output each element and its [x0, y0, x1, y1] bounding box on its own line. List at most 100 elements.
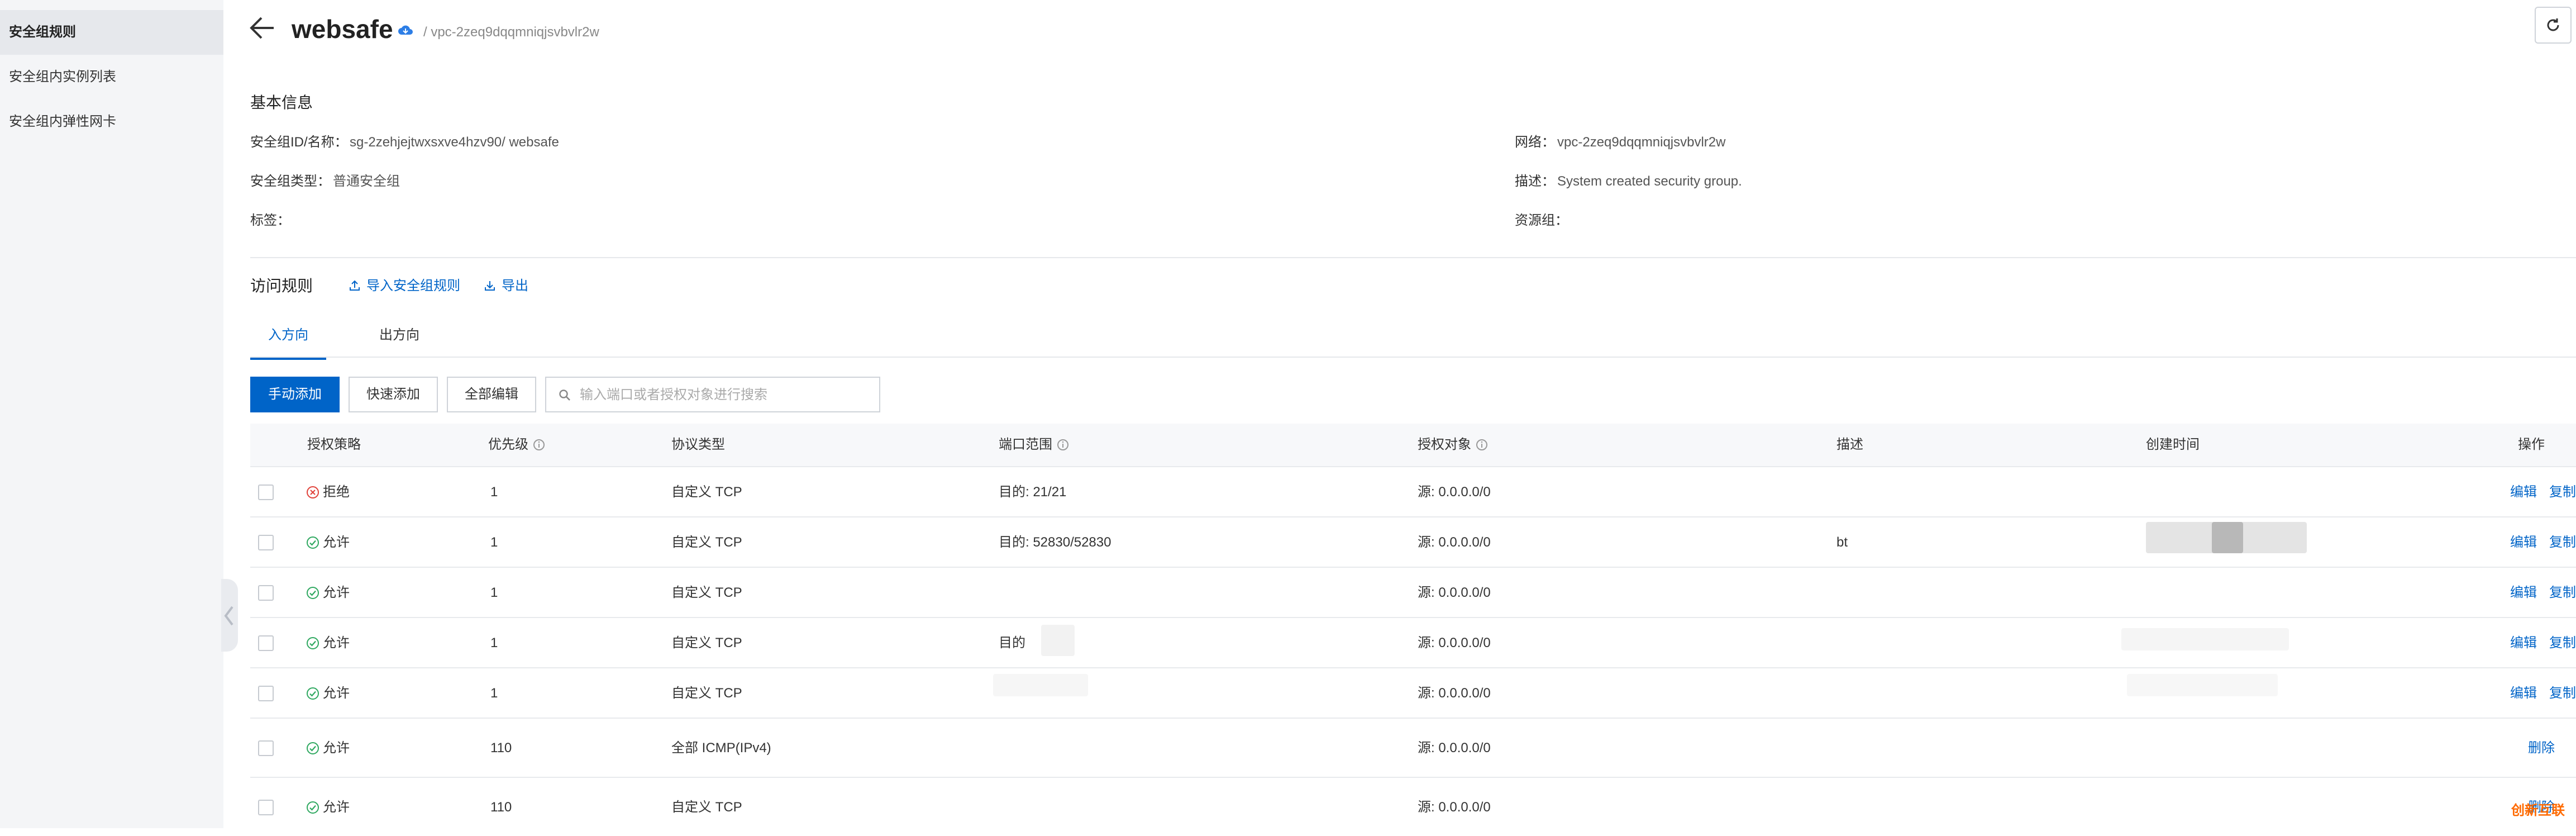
upload-icon: [350, 280, 360, 291]
priority-cell: 110: [490, 800, 512, 815]
edit-link[interactable]: 编辑: [2510, 583, 2537, 602]
table-row: 允许 1 自定义 TCP 源: 0.0.0.0/0 编辑 复制: [250, 667, 2576, 718]
info-icon[interactable]: [1476, 439, 1488, 451]
copy-link[interactable]: 复制: [2549, 634, 2576, 653]
quick-add-button[interactable]: 快速添加: [349, 377, 438, 412]
breadcrumb[interactable]: / vpc-2zeq9dqqmniqjsvbvlr2w: [423, 23, 599, 41]
allow-check-icon: [306, 686, 323, 701]
row-checkbox[interactable]: [258, 535, 274, 550]
allow-check-icon: [306, 635, 323, 650]
column-header-port-range: 端口范围: [999, 424, 1069, 466]
policy-cell: 允许: [306, 684, 350, 703]
cloud-icon: [398, 23, 413, 41]
divider: [250, 257, 2576, 258]
page-title: websafe: [292, 15, 393, 44]
copy-link[interactable]: 复制: [2549, 684, 2576, 703]
source-cell: 源: 0.0.0.0/0: [1418, 740, 1491, 756]
priority-cell: 1: [490, 484, 498, 500]
copy-link[interactable]: 复制: [2549, 533, 2576, 552]
table-row: 允许 1 自定义 TCP 源: 0.0.0.0/0 编辑 复制: [250, 567, 2576, 617]
policy-cell: 允许: [306, 739, 350, 758]
policy-label: 允许: [323, 740, 350, 756]
refresh-icon: [2547, 18, 2559, 31]
edit-link[interactable]: 编辑: [2510, 483, 2537, 502]
value-description: System created security group.: [1557, 174, 1742, 189]
policy-label: 允许: [323, 635, 350, 650]
policy-label: 允许: [323, 585, 350, 600]
tab-inbound[interactable]: 入方向: [250, 324, 326, 360]
protocol-cell: 自定义 TCP: [671, 535, 742, 550]
port-range-cell: 目的: 52830/52830: [999, 535, 1112, 550]
port-range-cell: 目的: [999, 635, 1025, 650]
edit-all-button[interactable]: 全部编辑: [447, 377, 536, 412]
sidebar-item-instance-list[interactable]: 安全组内实例列表: [0, 55, 223, 99]
table-row: 允许 1 自定义 TCP 目的: 52830/52830 源: 0.0.0.0/0 bt 编…: [250, 516, 2576, 567]
info-icon[interactable]: [1057, 439, 1069, 451]
column-header-source: 授权对象: [1418, 424, 1488, 466]
source-cell: 源: 0.0.0.0/0: [1418, 585, 1491, 600]
value-security-group-id: sg-2zehjejtwxsxve4hzv90/ websafe: [350, 135, 559, 150]
row-checkbox[interactable]: [258, 740, 274, 756]
source-cell: 源: 0.0.0.0/0: [1418, 484, 1491, 500]
copy-link[interactable]: 复制: [2549, 483, 2576, 502]
row-checkbox[interactable]: [258, 686, 274, 701]
redacted-block: [1041, 625, 1075, 656]
search-input[interactable]: [579, 380, 871, 410]
policy-label: 允许: [323, 800, 350, 815]
value-security-group-type: 普通安全组: [333, 174, 400, 189]
row-checkbox[interactable]: [258, 800, 274, 815]
watermark-logo: 创新互联: [2511, 803, 2565, 818]
protocol-cell: 自定义 TCP: [671, 635, 742, 650]
column-header-priority: 优先级: [488, 424, 545, 466]
search-box[interactable]: [545, 377, 880, 412]
manual-add-button[interactable]: 手动添加: [250, 377, 340, 412]
edit-link[interactable]: 编辑: [2510, 684, 2537, 703]
value-network[interactable]: vpc-2zeq9dqqmniqjsvbvlr2w: [1557, 133, 1725, 152]
redacted-block: [2212, 522, 2243, 553]
policy-cell: 允许: [306, 634, 350, 653]
edit-link[interactable]: 编辑: [2510, 533, 2537, 552]
sidebar-item-security-group-rules[interactable]: 安全组规则: [0, 10, 223, 55]
sidebar-item-eni-list[interactable]: 安全组内弹性网卡: [0, 99, 223, 144]
sidebar: 安全组规则 安全组内实例列表 安全组内弹性网卡: [0, 0, 223, 828]
section-title-access-rules: 访问规则: [250, 277, 313, 294]
policy-label: 允许: [323, 686, 350, 701]
refresh-button[interactable]: [2535, 7, 2572, 44]
back-button[interactable]: [248, 13, 277, 42]
import-rules-button[interactable]: 导入安全组规则: [349, 275, 460, 297]
sidebar-collapse-handle[interactable]: [221, 579, 238, 652]
delete-link[interactable]: 删除: [2528, 739, 2555, 758]
label-security-group-id: 安全组ID/名称：: [250, 135, 348, 150]
column-header-description: 描述: [1836, 437, 1863, 452]
row-checkbox[interactable]: [258, 635, 274, 651]
allow-check-icon: [306, 535, 323, 550]
source-cell: 源: 0.0.0.0/0: [1418, 535, 1491, 550]
row-checkbox[interactable]: [258, 484, 274, 500]
column-header-created-time: 创建时间: [2146, 437, 2200, 452]
column-header-actions: 操作: [2518, 437, 2545, 452]
info-icon[interactable]: [533, 439, 545, 451]
export-label: 导出: [502, 278, 528, 293]
deny-icon: [306, 484, 323, 500]
edit-link[interactable]: 编辑: [2510, 634, 2537, 653]
export-button[interactable]: 导出: [484, 275, 528, 297]
priority-cell: 110: [490, 740, 512, 756]
port-range-cell: 目的: 21/21: [999, 484, 1067, 500]
search-icon: [559, 390, 570, 401]
arrow-left-icon: [250, 17, 274, 39]
priority-cell: 1: [490, 585, 498, 600]
policy-cell: 拒绝: [306, 483, 350, 502]
table-row: 允许 110 自定义 TCP 源: 0.0.0.0/0 删除: [250, 777, 2576, 836]
download-icon: [485, 281, 495, 291]
protocol-cell: 自定义 TCP: [671, 585, 742, 600]
row-checkbox[interactable]: [258, 585, 274, 601]
policy-label: 拒绝: [323, 484, 350, 500]
table-header: 授权策略 优先级 协议类型 端口范围 授权对象 描述 创建时间 操作: [250, 424, 2576, 466]
allow-check-icon: [306, 800, 323, 815]
column-header-port-label: 端口范围: [999, 437, 1052, 452]
copy-link[interactable]: 复制: [2549, 583, 2576, 602]
tab-outbound[interactable]: 出方向: [363, 324, 436, 358]
label-tags: 标签：: [250, 213, 290, 228]
policy-cell: 允许: [306, 583, 350, 602]
protocol-cell: 自定义 TCP: [671, 686, 742, 701]
